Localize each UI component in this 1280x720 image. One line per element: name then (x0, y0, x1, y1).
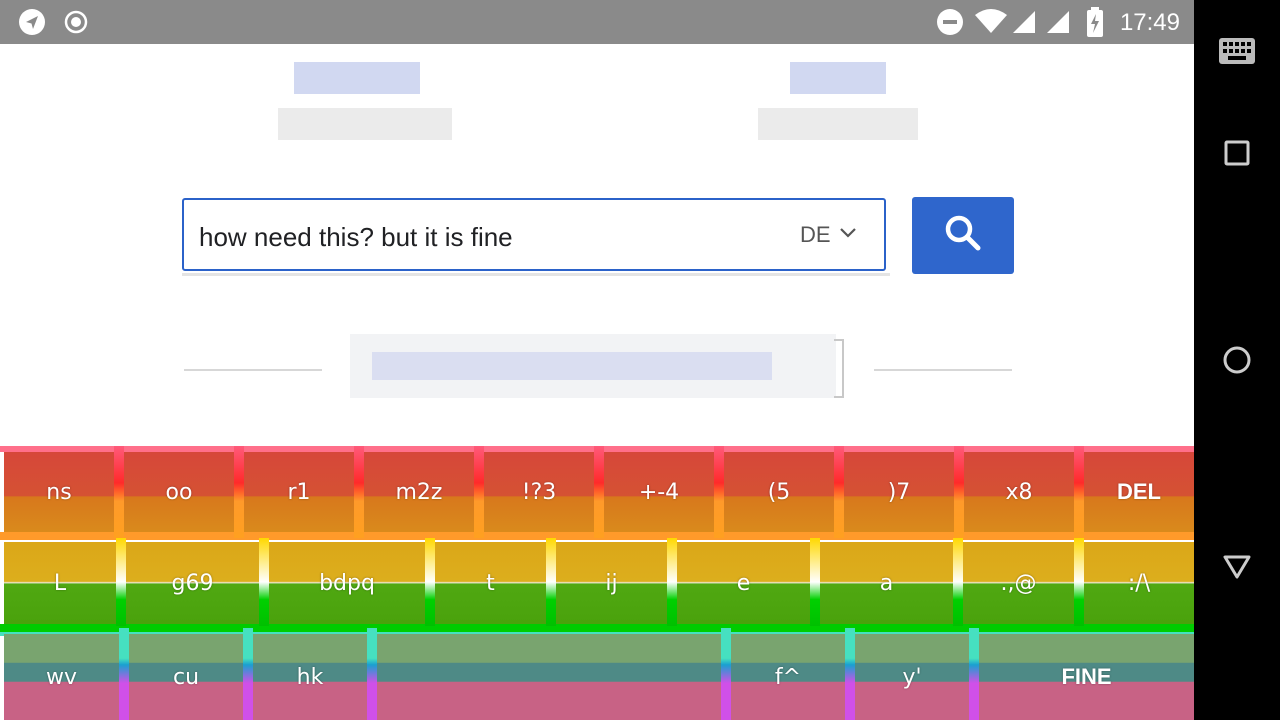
key-e[interactable]: e (677, 542, 810, 624)
wifi-icon (974, 8, 1008, 39)
search-input[interactable]: how need this? but it is fine DE (182, 198, 886, 271)
recents-icon[interactable] (1194, 138, 1280, 168)
home-icon[interactable] (1194, 344, 1280, 376)
key-plus-minus-4[interactable]: +-4 (604, 452, 714, 532)
back-icon[interactable] (1194, 552, 1280, 582)
key-a[interactable]: a (820, 542, 953, 624)
status-time: 17:49 (1119, 9, 1180, 36)
key-f-caret[interactable]: f^ (731, 634, 845, 720)
divider-left (184, 369, 322, 371)
key-paren-7[interactable]: )7 (844, 452, 954, 532)
key-l[interactable]: L (4, 542, 116, 624)
key-oo[interactable]: oo (124, 452, 234, 532)
delete-key[interactable]: DEL (1084, 452, 1194, 532)
navigation-bar (1194, 0, 1280, 720)
key-t[interactable]: t (435, 542, 546, 624)
key-ns[interactable]: ns (4, 452, 114, 532)
key-cu[interactable]: cu (129, 634, 243, 720)
search-query-text: how need this? but it is fine (199, 222, 513, 252)
key-punct-3[interactable]: !?3 (484, 452, 594, 532)
key-colon-slash[interactable]: :/\ (1084, 542, 1194, 624)
signal-icon (1046, 10, 1070, 39)
key-wv[interactable]: wv (4, 634, 119, 720)
navigation-icon (18, 8, 46, 41)
record-icon (64, 10, 88, 39)
keyboard-icon[interactable] (1194, 34, 1280, 68)
key-x8[interactable]: x8 (964, 452, 1074, 532)
key-g69[interactable]: g69 (126, 542, 259, 624)
key-period-comma-at[interactable]: .,@ (963, 542, 1074, 624)
row-separator (0, 624, 1194, 632)
battery-charging-icon (1086, 7, 1104, 42)
blurred-link (350, 334, 836, 398)
key-ij[interactable]: ij (556, 542, 667, 624)
key-bdpq[interactable]: bdpq (269, 542, 425, 624)
divider-right (874, 369, 1012, 371)
key-r1[interactable]: r1 (244, 452, 354, 532)
key-m2z[interactable]: m2z (364, 452, 474, 532)
status-bar: 17:49 (0, 0, 1194, 44)
do-not-disturb-icon (936, 8, 964, 41)
chevron-down-icon[interactable] (839, 226, 857, 244)
search-icon (944, 214, 982, 257)
search-shadow (182, 273, 890, 276)
key-y-apostrophe[interactable]: y' (855, 634, 969, 720)
signal-icon (1012, 10, 1036, 39)
language-selector[interactable]: DE (800, 222, 831, 248)
fine-key[interactable]: FINE (979, 634, 1194, 720)
bracket-decoration (834, 339, 844, 398)
keyboard: ns oo r1 m2z !?3 +-4 (5 )7 x8 DEL L g69 … (0, 446, 1194, 720)
search-button[interactable] (912, 197, 1014, 274)
key-hk[interactable]: hk (253, 634, 367, 720)
space-key[interactable] (377, 634, 721, 720)
key-paren-5[interactable]: (5 (724, 452, 834, 532)
